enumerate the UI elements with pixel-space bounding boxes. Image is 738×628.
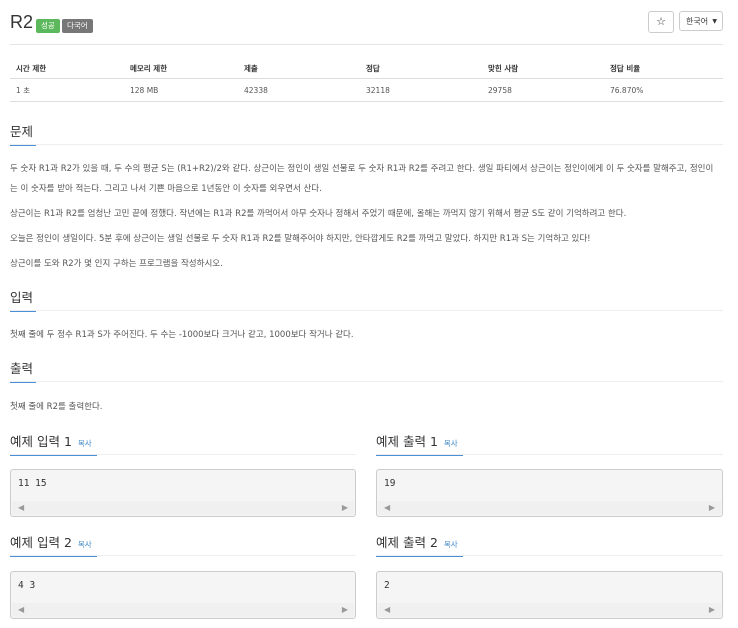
output-description: 첫째 줄에 R2를 출력한다. (10, 402, 103, 412)
success-badge: 성공 (36, 19, 60, 33)
output-section-title: 출력 (10, 358, 37, 383)
scroll-right-icon[interactable]: ▶ (709, 503, 715, 512)
problem-paragraph-1: 두 숫자 R1과 R2가 있을 때, 두 수의 평균 S는 (R1+R2)/2와… (10, 164, 714, 194)
sample-input-1-box[interactable]: 11 15 ◀ ▶ (10, 469, 356, 517)
header-ratio: 정답 비율 (604, 58, 723, 79)
sample-input-2-title: 예제 입력 2 복사 (10, 532, 97, 557)
sample-output-2-label: 예제 출력 2 (376, 535, 438, 550)
table-row: 1 초 128 MB 42338 32118 29758 76.870% (10, 78, 723, 102)
sample-input-1-title: 예제 입력 1 복사 (10, 431, 97, 456)
horizontal-scrollbar[interactable]: ◀ ▶ (378, 603, 721, 617)
horizontal-scrollbar[interactable]: ◀ ▶ (12, 501, 354, 515)
table-header-row: 시간 제한 메모리 제한 제출 정답 맞힌 사람 정답 비율 (10, 58, 723, 79)
copy-button[interactable]: 복사 (78, 439, 92, 448)
sample-input-2-text: 4 3 (18, 580, 36, 591)
scroll-right-icon[interactable]: ▶ (342, 605, 348, 614)
horizontal-scrollbar[interactable]: ◀ ▶ (378, 501, 721, 515)
header-divider (10, 44, 723, 45)
problem-info-table: 시간 제한 메모리 제한 제출 정답 맞힌 사람 정답 비율 1 초 128 M… (10, 58, 723, 102)
sample-input-1-text: 11 15 (18, 478, 47, 489)
solvers-value: 29758 (482, 78, 604, 102)
problem-paragraph-2: 상근이는 R1과 R2를 엄청난 고민 끝에 정했다. 작년에는 R1과 R2를… (10, 209, 627, 219)
copy-button[interactable]: 복사 (444, 439, 458, 448)
section-divider (376, 555, 723, 556)
sample-input-1-label: 예제 입력 1 (10, 434, 72, 449)
horizontal-scrollbar[interactable]: ◀ ▶ (12, 603, 354, 617)
section-divider (10, 144, 723, 145)
scroll-left-icon[interactable]: ◀ (384, 503, 390, 512)
input-description: 첫째 줄에 두 정수 R1과 S가 주어진다. 두 수는 -1000보다 크거나… (10, 330, 354, 340)
sample-output-2-title: 예제 출력 2 복사 (376, 532, 463, 557)
header-submissions: 제출 (238, 58, 360, 79)
sample-output-1-box[interactable]: 19 ◀ ▶ (376, 469, 723, 517)
scroll-right-icon[interactable]: ▶ (709, 605, 715, 614)
header-solvers: 맞힌 사람 (482, 58, 604, 79)
input-section-title: 입력 (10, 287, 37, 312)
multilang-badge: 다국어 (62, 19, 93, 33)
memory-limit-value: 128 MB (124, 78, 238, 102)
problem-title: R2 (10, 12, 34, 32)
section-divider (10, 454, 356, 455)
scroll-left-icon[interactable]: ◀ (18, 605, 24, 614)
submissions-value: 42338 (238, 78, 360, 102)
sample-output-1-label: 예제 출력 1 (376, 434, 438, 449)
sample-output-2-text: 2 (384, 580, 390, 591)
accepted-value: 32118 (360, 78, 482, 102)
header-time-limit: 시간 제한 (10, 58, 124, 79)
language-select[interactable]: 한국어 ▼ (679, 11, 723, 31)
chevron-down-icon: ▼ (712, 18, 717, 25)
copy-button[interactable]: 복사 (444, 540, 458, 549)
sample-output-1-title: 예제 출력 1 복사 (376, 431, 463, 456)
scroll-right-icon[interactable]: ▶ (342, 503, 348, 512)
problem-header: R2 성공 다국어 ☆ 한국어 ▼ (10, 10, 723, 44)
header-memory-limit: 메모리 제한 (124, 58, 238, 79)
section-divider (376, 454, 723, 455)
section-divider (10, 381, 723, 382)
problem-section-title: 문제 (10, 121, 37, 146)
problem-paragraph-4: 상근이를 도와 R2가 몇 인지 구하는 프로그램을 작성하시오. (10, 259, 223, 269)
section-divider (10, 555, 356, 556)
problem-paragraph-3: 오늘은 정인이 생일이다. 5분 후에 상근이는 생일 선물로 두 숫자 R1과… (10, 234, 591, 244)
copy-button[interactable]: 복사 (78, 540, 92, 549)
time-limit-value: 1 초 (10, 78, 124, 102)
section-divider (10, 310, 723, 311)
scroll-left-icon[interactable]: ◀ (18, 503, 24, 512)
sample-output-2-box[interactable]: 2 ◀ ▶ (376, 571, 723, 619)
scroll-left-icon[interactable]: ◀ (384, 605, 390, 614)
sample-input-2-label: 예제 입력 2 (10, 535, 72, 550)
ratio-value: 76.870% (604, 78, 723, 102)
sample-input-2-box[interactable]: 4 3 ◀ ▶ (10, 571, 356, 619)
star-icon[interactable]: ☆ (648, 11, 674, 33)
header-accepted: 정답 (360, 58, 482, 79)
language-label: 한국어 (686, 17, 709, 26)
sample-output-1-text: 19 (384, 478, 396, 489)
